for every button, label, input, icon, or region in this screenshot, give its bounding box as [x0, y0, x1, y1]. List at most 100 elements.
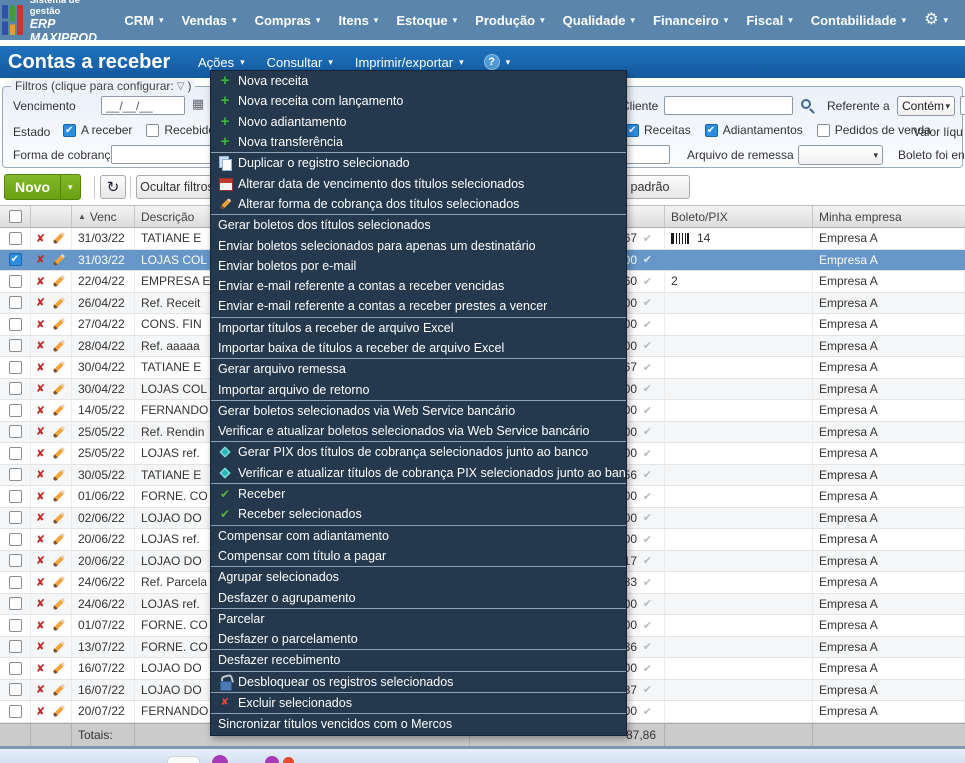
calendar-icon[interactable]: ▦ — [190, 97, 206, 113]
nav-item-fiscal[interactable]: Fiscal ▾ — [746, 13, 792, 28]
row-checkbox[interactable] — [8, 704, 22, 718]
menu-item[interactable]: Verificar e atualizar títulos de cobranç… — [211, 463, 626, 483]
nav-item-crm[interactable]: CRM ▾ — [124, 13, 163, 28]
row-checkbox[interactable] — [8, 231, 22, 245]
row-checkbox[interactable] — [8, 618, 22, 632]
edit-pencil-icon[interactable] — [52, 317, 66, 331]
search-icon[interactable] — [801, 99, 811, 109]
venc-column-header[interactable]: ▲ Venc — [72, 206, 135, 227]
checkbox[interactable] — [816, 123, 830, 137]
row-checkbox[interactable] — [8, 661, 22, 675]
select-all-checkbox[interactable] — [8, 210, 22, 223]
edit-pencil-icon[interactable] — [52, 339, 66, 353]
delete-x-icon[interactable]: ✘ — [36, 253, 45, 266]
edit-pencil-icon[interactable] — [52, 554, 66, 568]
edit-pencil-icon[interactable] — [52, 704, 66, 718]
row-checkbox[interactable] — [8, 339, 22, 353]
menu-item[interactable]: Desfazer o agrupamento — [211, 587, 626, 607]
tipo-option-adiantamentos[interactable]: Adiantamentos — [704, 123, 803, 137]
ocultar-filtros-button[interactable]: Ocultar filtros — [136, 175, 218, 199]
delete-x-icon[interactable]: ✘ — [36, 533, 45, 546]
menu-item[interactable]: Desbloquear os registros selecionados — [211, 672, 626, 692]
menu-item[interactable]: ✔ Receber — [211, 484, 626, 504]
menu-item[interactable]: Enviar e-mail referente a contas a receb… — [211, 276, 626, 296]
delete-x-icon[interactable]: ✘ — [36, 640, 45, 653]
menu-item[interactable]: Importar arquivo de retorno — [211, 379, 626, 399]
delete-x-icon[interactable]: ✘ — [36, 705, 45, 718]
boleto-column-header[interactable]: Boleto/PIX — [665, 206, 813, 227]
row-checkbox[interactable] — [8, 468, 22, 482]
menu-item[interactable]: + Nova receita — [211, 71, 626, 91]
menu-item[interactable]: Gerar PIX dos títulos de cobrança seleci… — [211, 442, 626, 462]
menu-item[interactable]: Desfazer recebimento — [211, 650, 626, 670]
cliente-input[interactable] — [664, 96, 793, 115]
delete-x-icon[interactable]: ✘ — [36, 683, 45, 696]
row-checkbox[interactable] — [8, 382, 22, 396]
delete-x-icon[interactable]: ✘ — [36, 447, 45, 460]
footer-notification-button[interactable] — [283, 757, 294, 763]
edit-pencil-icon[interactable] — [52, 511, 66, 525]
delete-x-icon[interactable]: ✘ — [36, 554, 45, 567]
edit-pencil-icon[interactable] — [52, 661, 66, 675]
edit-pencil-icon[interactable] — [52, 274, 66, 288]
footer-widget-button[interactable] — [212, 755, 228, 763]
menu-item[interactable]: + Nova receita com lançamento — [211, 91, 626, 111]
estado-option-a-receber[interactable]: A receber — [63, 123, 132, 137]
delete-x-icon[interactable]: ✘ — [36, 339, 45, 352]
nav-item-contabilidade[interactable]: Contabilidade ▾ — [811, 13, 906, 28]
edit-pencil-icon[interactable] — [52, 382, 66, 396]
checkbox[interactable] — [704, 123, 718, 137]
referente-input[interactable] — [960, 96, 965, 115]
app-logo[interactable]: Sistema de gestão ERP MAXIPROD — [2, 0, 103, 45]
footer-widget-pill[interactable] — [167, 756, 200, 763]
menu-item[interactable]: Enviar boletos por e-mail — [211, 256, 626, 276]
edit-pencil-icon[interactable] — [52, 532, 66, 546]
delete-x-icon[interactable]: ✘ — [36, 361, 45, 374]
delete-x-icon[interactable]: ✘ — [36, 576, 45, 589]
edit-pencil-icon[interactable] — [52, 296, 66, 310]
delete-x-icon[interactable]: ✘ — [36, 425, 45, 438]
checkbox[interactable] — [146, 123, 160, 137]
row-checkbox[interactable] — [8, 317, 22, 331]
row-checkbox[interactable] — [8, 446, 22, 460]
menu-item[interactable]: Gerar boletos dos títulos selecionados — [211, 215, 626, 235]
nav-item-produção[interactable]: Produção ▾ — [475, 13, 545, 28]
row-checkbox[interactable] — [8, 683, 22, 697]
referente-select[interactable]: Contém ▾ — [897, 96, 955, 116]
edit-pencil-icon[interactable] — [52, 489, 66, 503]
row-checkbox[interactable] — [8, 489, 22, 503]
row-checkbox[interactable] — [8, 274, 22, 288]
row-checkbox[interactable] — [8, 360, 22, 374]
menu-item[interactable]: Agrupar selecionados — [211, 567, 626, 587]
edit-pencil-icon[interactable] — [52, 683, 66, 697]
edit-pencil-icon[interactable] — [52, 360, 66, 374]
nav-item-vendas[interactable]: Vendas ▾ — [182, 13, 237, 28]
filters-legend[interactable]: Filtros (clique para configurar: ▽ ) — [11, 79, 196, 93]
edit-pencil-icon[interactable] — [52, 618, 66, 632]
menu-item[interactable]: Sincronizar títulos vencidos com o Merco… — [211, 714, 626, 734]
tipo-option-receitas[interactable]: Receitas — [626, 123, 691, 137]
row-checkbox[interactable] — [8, 640, 22, 654]
row-checkbox[interactable] — [8, 597, 22, 611]
nav-item-qualidade[interactable]: Qualidade ▾ — [563, 13, 635, 28]
checkbox[interactable] — [626, 123, 639, 137]
menu-item[interactable]: Enviar e-mail referente a contas a receb… — [211, 296, 626, 316]
refresh-button[interactable]: ↻ — [100, 175, 126, 199]
novo-button[interactable]: Novo ▾ — [4, 174, 81, 200]
delete-x-icon[interactable]: ✘ — [36, 382, 45, 395]
delete-x-icon[interactable]: ✘ — [36, 597, 45, 610]
menu-item[interactable]: Gerar arquivo remessa — [211, 359, 626, 379]
edit-pencil-icon[interactable] — [52, 640, 66, 654]
menu-item[interactable]: Parcelar — [211, 609, 626, 629]
delete-x-icon[interactable]: ✘ — [36, 275, 45, 288]
row-checkbox[interactable] — [8, 253, 22, 267]
row-checkbox[interactable] — [8, 296, 22, 310]
menu-item[interactable]: Importar títulos a receber de arquivo Ex… — [211, 318, 626, 338]
menu-item[interactable]: Gerar boletos selecionados via Web Servi… — [211, 401, 626, 421]
edit-pencil-icon[interactable] — [52, 403, 66, 417]
row-checkbox[interactable] — [8, 425, 22, 439]
delete-x-icon[interactable]: ✘ — [36, 404, 45, 417]
nav-item-financeiro[interactable]: Financeiro ▾ — [653, 13, 728, 28]
row-checkbox[interactable] — [8, 554, 22, 568]
menu-item[interactable]: Compensar com título a pagar — [211, 546, 626, 566]
